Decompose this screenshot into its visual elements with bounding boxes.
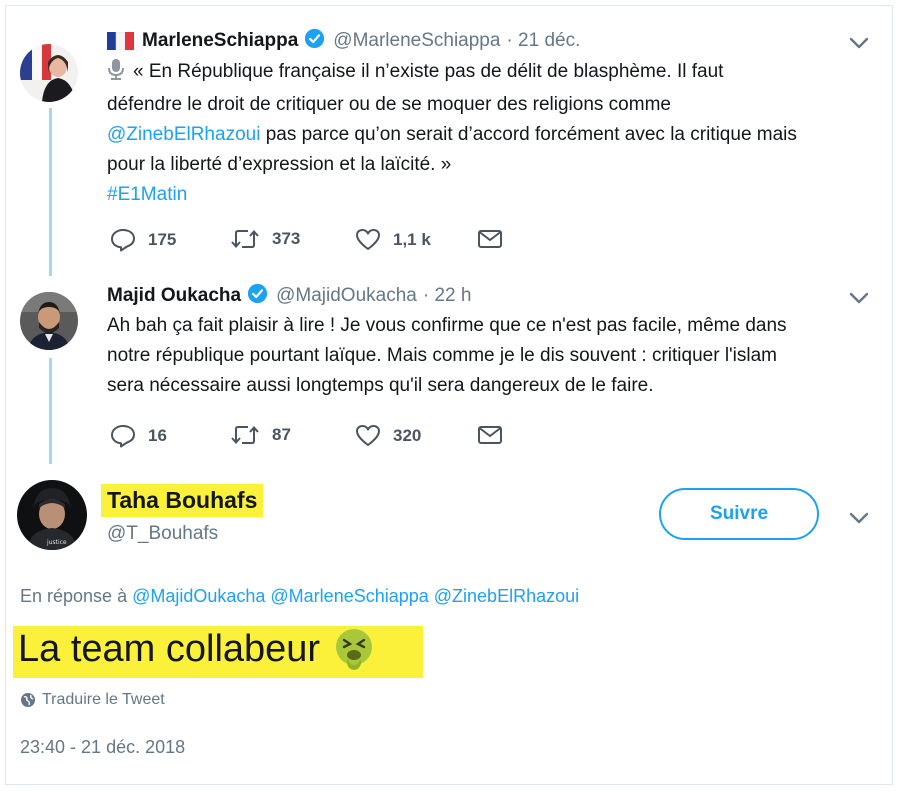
svg-text:justice: justice	[46, 539, 67, 546]
direct-message-button[interactable]	[477, 229, 515, 249]
tweet1-line2: défendre le droit de critiquer ou de se …	[107, 94, 671, 115]
verified-badge-icon	[247, 283, 268, 309]
thread-connector	[49, 358, 52, 464]
reply-button[interactable]: 16	[110, 424, 167, 448]
tweet2-header: Majid Oukacha @MajidOukacha · 22 h	[107, 283, 471, 309]
tweet2-line1: Ah bah ça fait plaisir à lire ! Je vous …	[107, 315, 787, 336]
tweet2-line2: notre république pourtant laïque. Mais c…	[107, 345, 778, 366]
reply-count: 175	[148, 230, 177, 249]
avatar-marleneschiappa[interactable]	[20, 44, 78, 102]
tweet2-handle[interactable]: @MajidOukacha	[276, 285, 417, 307]
like-button[interactable]: 320	[355, 424, 421, 447]
avatar-majidoukacha[interactable]	[20, 292, 78, 350]
tweet1-date[interactable]: · 21 déc.	[506, 30, 580, 52]
verified-badge-icon	[304, 28, 325, 54]
main-author-name[interactable]: Taha Bouhafs	[101, 484, 264, 517]
nauseated-face-icon	[332, 627, 376, 671]
main-tweet-text: La team collabeur	[18, 627, 321, 670]
tweet2-line3: sera nécessaire aussi longtemps qu'il se…	[107, 375, 654, 396]
reply-button[interactable]: 175	[110, 228, 176, 252]
main-handle[interactable]: @T_Bouhafs	[107, 523, 218, 545]
translate-tweet-link[interactable]: Traduire le Tweet	[20, 691, 165, 709]
like-count: 1,1 k	[393, 229, 431, 249]
tweet1-line3: pas parce qu’on serait d’accord forcémen…	[260, 124, 797, 145]
tweet2-text: Ah bah ça fait plaisir à lire ! Je vous …	[107, 311, 877, 401]
tweet1-header: MarleneSchiappa @MarleneSchiappa · 21 dé…	[107, 28, 580, 54]
retweet-button[interactable]: 87	[230, 424, 291, 446]
like-button[interactable]: 1,1 k	[355, 228, 431, 251]
reply-mentions[interactable]: @MajidOukacha @MarleneSchiappa @ZinebElR…	[132, 586, 579, 606]
main-display-name[interactable]: Taha Bouhafs	[101, 484, 264, 517]
retweet-count: 87	[272, 425, 291, 444]
heart-icon	[356, 229, 380, 250]
reply-icon	[111, 425, 135, 448]
tweet1-line1: « En République française il n’existe pa…	[133, 61, 724, 82]
avatar-t-bouhafs[interactable]: justice	[17, 480, 87, 550]
direct-message-button[interactable]	[477, 425, 515, 445]
reply-context: En réponse à @MajidOukacha @MarleneSchia…	[20, 586, 579, 607]
heart-icon	[356, 425, 380, 446]
envelope-icon	[478, 426, 502, 444]
chevron-down-icon[interactable]	[849, 511, 869, 530]
like-count: 320	[393, 425, 422, 445]
main-tweet-text-row: La team collabeur	[18, 627, 376, 671]
chevron-down-icon[interactable]	[849, 291, 869, 310]
tweet1-handle[interactable]: @MarleneSchiappa	[333, 30, 500, 52]
chevron-down-icon[interactable]	[849, 36, 869, 55]
retweet-icon	[231, 229, 259, 249]
envelope-icon	[478, 230, 502, 248]
thread-connector	[49, 108, 52, 276]
globe-icon	[21, 693, 35, 707]
retweet-count: 373	[272, 229, 301, 248]
follow-button[interactable]: Suivre	[659, 488, 819, 540]
tweet2-date[interactable]: · 22 h	[423, 285, 472, 307]
tweet1-line4: pour la liberté d’expression et la laïci…	[107, 154, 452, 175]
french-flag-icon	[107, 32, 134, 50]
reply-count: 16	[148, 426, 167, 445]
mention-zinebelrhazoui[interactable]: @ZinebElRhazoui	[107, 124, 260, 145]
tweet1-text: « En République française il n’existe pa…	[107, 57, 877, 210]
microphone-icon	[107, 58, 125, 90]
translate-label[interactable]: Traduire le Tweet	[42, 691, 165, 709]
retweet-button[interactable]: 373	[230, 228, 300, 250]
tweet-timestamp[interactable]: 23:40 - 21 déc. 2018	[20, 737, 185, 758]
reply-prefix: En réponse à	[20, 586, 133, 606]
retweet-icon	[231, 425, 259, 445]
tweet2-display-name[interactable]: Majid Oukacha	[107, 285, 241, 307]
reply-icon	[111, 229, 135, 252]
tweet1-display-name[interactable]: MarleneSchiappa	[142, 30, 298, 52]
hashtag-e1matin[interactable]: #E1Matin	[107, 180, 877, 210]
